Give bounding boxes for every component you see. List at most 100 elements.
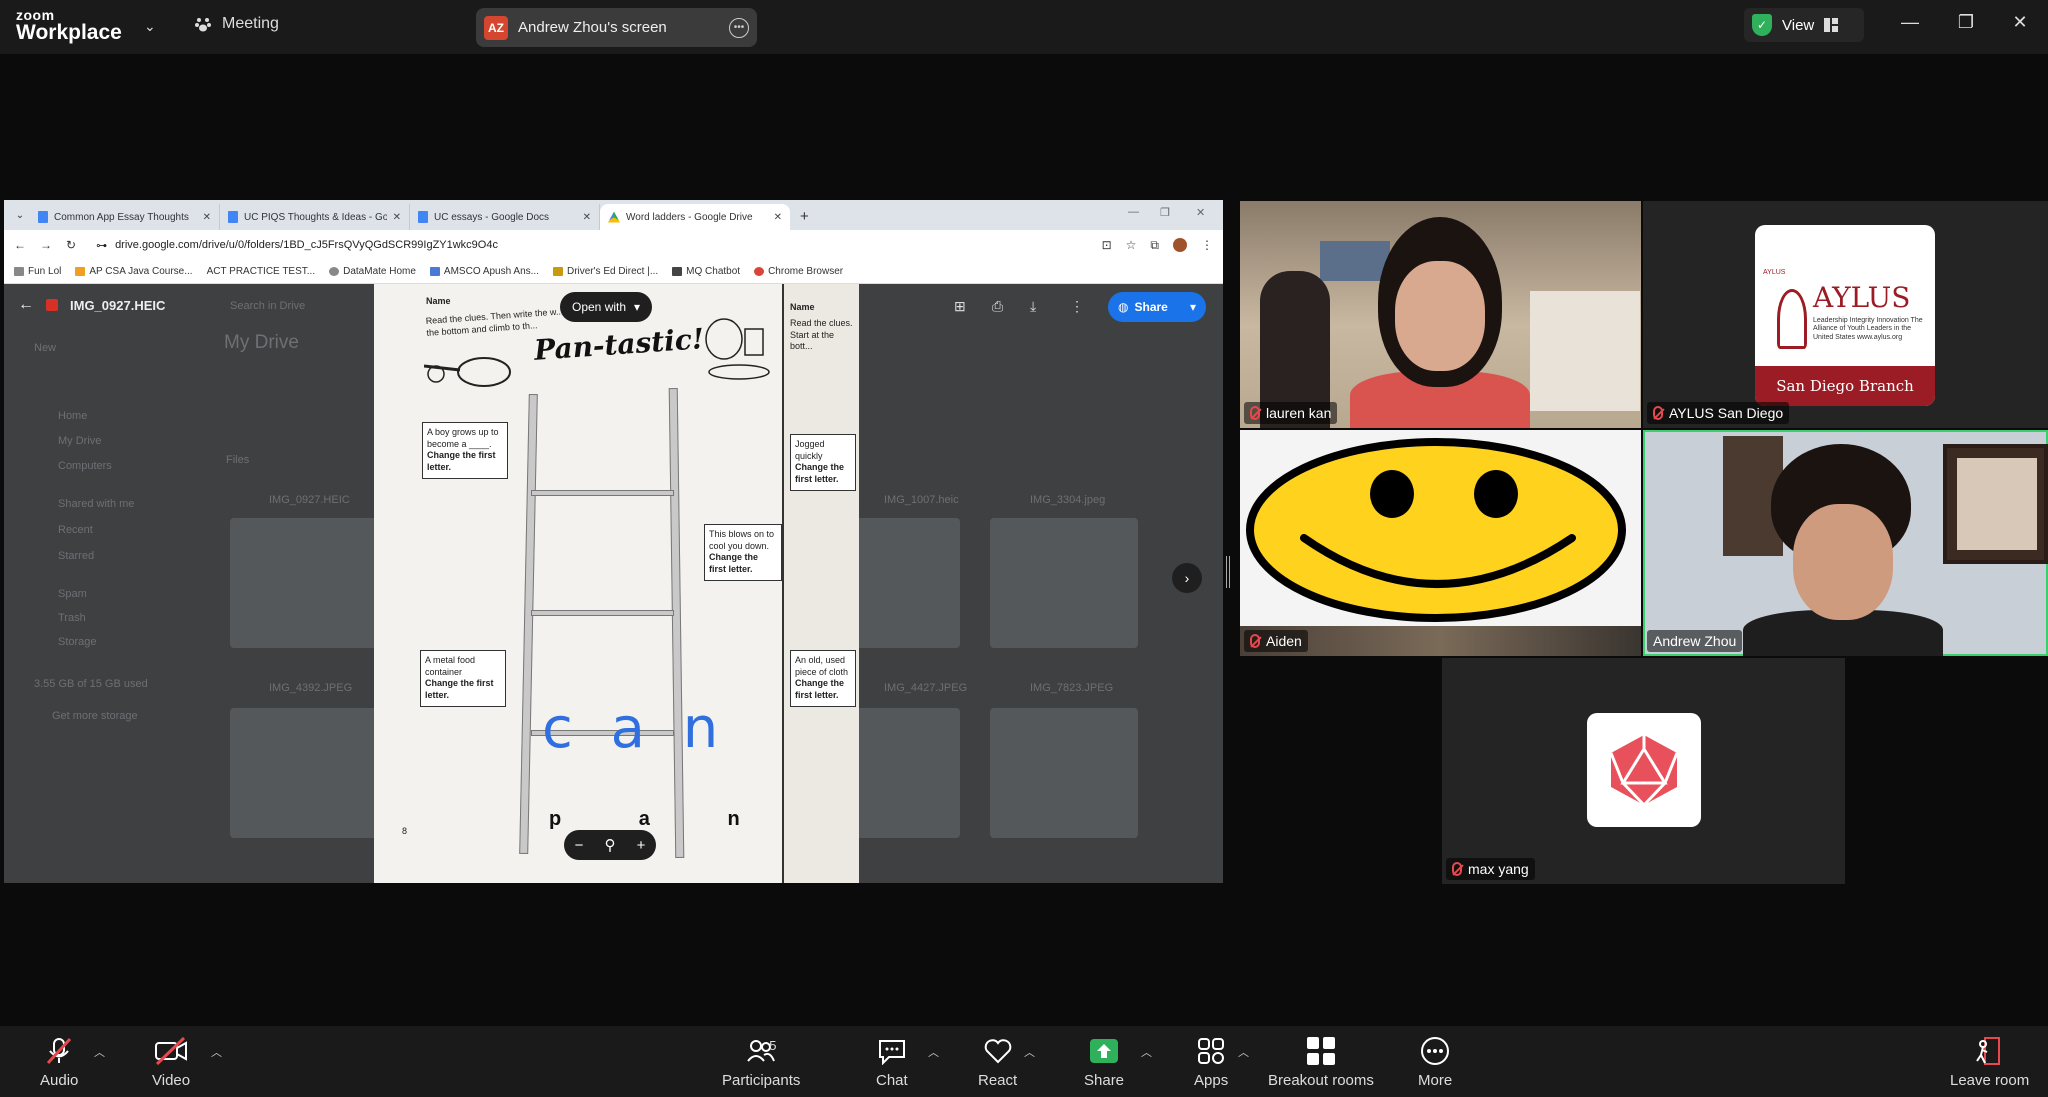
breakout-rooms-label: Breakout rooms	[1268, 1072, 1374, 1089]
zoom-search-icon[interactable]: ⚲	[605, 836, 616, 854]
split-view-handle[interactable]	[1226, 556, 1230, 588]
video-tile-andrew-zhou[interactable]: Andrew Zhou	[1643, 430, 2048, 656]
ws-clue-text: A boy grows up to become a ____.	[427, 427, 499, 449]
forward-icon[interactable]: →	[40, 238, 52, 252]
security-shield-icon[interactable]: ✓	[1752, 14, 1772, 36]
browser-menu-icon[interactable]: ⋮	[1201, 238, 1213, 252]
browser-tab[interactable]: Common App Essay Thoughts ✕	[30, 204, 220, 230]
bookmark-item[interactable]: MQ Chatbot	[672, 266, 740, 277]
share-options-caret-icon[interactable]: ︿	[1141, 1044, 1152, 1060]
bookmark-item[interactable]: Driver's Ed Direct |...	[552, 266, 658, 277]
close-tab-icon[interactable]: ✕	[393, 212, 401, 223]
meeting-label: Meeting	[222, 15, 279, 32]
url-text: drive.google.com/drive/u/0/folders/1BD_c…	[115, 239, 498, 251]
chat-label: Chat	[876, 1072, 908, 1089]
browser-tab-active[interactable]: Word ladders - Google Drive ✕	[600, 204, 790, 230]
video-tile-max-yang[interactable]: max yang	[1442, 658, 1845, 884]
close-tab-icon[interactable]: ✕	[774, 212, 782, 223]
screen-share-indicator[interactable]: AZ Andrew Zhou's screen •••	[476, 8, 757, 47]
back-icon[interactable]: ←	[14, 238, 26, 252]
handwritten-answer: c a n	[542, 696, 729, 761]
minimize-icon[interactable]: —	[1896, 12, 1924, 33]
video-tile-aiden[interactable]: Aiden	[1240, 430, 1641, 656]
participant-name-tag: Andrew Zhou	[1647, 630, 1743, 652]
bookmark-item[interactable]: AP CSA Java Course...	[75, 266, 193, 277]
browser-minimize-icon[interactable]: —	[1128, 206, 1139, 218]
share-screen-icon	[1089, 1036, 1119, 1066]
leave-room-label: Leave room	[1950, 1072, 2030, 1089]
bg-file-label: IMG_1007.heic	[884, 494, 959, 506]
participant-name-tag: lauren kan	[1244, 402, 1338, 424]
close-tab-icon[interactable]: ✕	[203, 212, 211, 223]
add-comment-icon[interactable]: ⊞	[954, 298, 966, 315]
close-tab-icon[interactable]: ✕	[583, 212, 591, 223]
breakout-rooms-button[interactable]: Breakout rooms	[1268, 1036, 1374, 1089]
participant-count-badge: 5	[769, 1038, 777, 1053]
browser-tab[interactable]: UC PIQS Thoughts & Ideas - Go ✕	[220, 204, 410, 230]
view-button[interactable]: ✓ View	[1744, 8, 1864, 42]
ws-clue-box: An old, used piece of cloth Change the f…	[790, 650, 856, 707]
bookmark-item[interactable]: Fun Lol	[14, 266, 61, 277]
tab-search-icon[interactable]: ⌄	[10, 205, 30, 225]
react-options-caret-icon[interactable]: ︿	[1024, 1044, 1035, 1060]
video-options-caret-icon[interactable]: ︿	[211, 1044, 222, 1060]
new-tab-icon[interactable]: +	[800, 208, 809, 225]
chat-button[interactable]: Chat	[876, 1036, 908, 1089]
audio-options-caret-icon[interactable]: ︿	[94, 1044, 105, 1060]
back-arrow-icon[interactable]: ←	[18, 296, 34, 314]
share-button[interactable]: ◍ Share ▾	[1108, 292, 1206, 322]
close-icon[interactable]: ✕	[2006, 12, 2034, 33]
share-dropdown-icon[interactable]: ▾	[1190, 300, 1196, 314]
share-screen-button[interactable]: Share	[1084, 1036, 1124, 1089]
profile-avatar[interactable]	[1173, 238, 1187, 252]
view-label: View	[1782, 16, 1815, 34]
browser-tab[interactable]: UC essays - Google Docs ✕	[410, 204, 600, 230]
bookmark-item[interactable]: AMSCO Apush Ans...	[429, 266, 539, 277]
participants-button[interactable]: 5 Participants	[722, 1036, 800, 1089]
address-bar[interactable]: ⊶ drive.google.com/drive/u/0/folders/1BD…	[90, 234, 1088, 256]
background-cabinet	[1530, 291, 1640, 411]
zoom-workplace-logo[interactable]: zoom Workplace	[16, 8, 122, 43]
chevron-down-icon[interactable]: ⌄	[144, 18, 156, 35]
bookmark-item[interactable]: Chrome Browser	[754, 266, 843, 277]
bookmark-item[interactable]: DataMate Home	[329, 266, 416, 277]
next-image-icon[interactable]: ›	[1172, 563, 1202, 593]
avatar: AZ	[484, 15, 508, 40]
ladder-rung	[531, 490, 674, 496]
site-info-icon[interactable]: ⊶	[96, 239, 107, 252]
audio-button[interactable]: Audio	[40, 1036, 78, 1089]
print-icon[interactable]: ⎙	[992, 298, 1003, 315]
browser-close-icon[interactable]: ✕	[1196, 206, 1205, 219]
bg-file-thumbnail	[230, 708, 378, 838]
bookmark-star-icon[interactable]: ☆	[1126, 238, 1137, 252]
chat-options-caret-icon[interactable]: ︿	[928, 1044, 939, 1060]
apps-button[interactable]: Apps	[1194, 1036, 1228, 1089]
drive-image-viewer: Search in Drive New My Drive Home My Dri…	[4, 284, 1223, 883]
extensions-icon[interactable]: ⧉	[1150, 238, 1159, 253]
aylus-branch-banner: San Diego Branch	[1755, 366, 1935, 406]
download-icon[interactable]: ⤓	[1030, 298, 1036, 315]
install-icon[interactable]: ⊡	[1102, 238, 1112, 252]
restore-icon[interactable]: ❐	[1952, 12, 1980, 33]
meeting-info-button[interactable]: Meeting	[194, 15, 279, 33]
zoom-in-icon[interactable]: +	[637, 837, 646, 854]
apps-options-caret-icon[interactable]: ︿	[1238, 1044, 1249, 1060]
browser-restore-icon[interactable]: ❐	[1160, 206, 1170, 219]
bookmark-item[interactable]: ACT PRACTICE TEST...	[207, 266, 316, 277]
docs-icon	[38, 211, 48, 223]
more-button[interactable]: More	[1418, 1036, 1452, 1089]
zoom-out-icon[interactable]: −	[575, 837, 584, 854]
video-tile-aylus-san-diego[interactable]: AYLUS AYLUS Leadership Integrity Innovat…	[1643, 201, 2048, 428]
reload-icon[interactable]: ↻	[66, 238, 76, 252]
react-button[interactable]: React	[978, 1036, 1017, 1089]
bg-sidebar-item: Recent	[58, 524, 93, 536]
more-actions-icon[interactable]: ⋮	[1070, 298, 1084, 315]
video-button[interactable]: Video	[152, 1036, 190, 1089]
ws-side-instructions: Read the clues. Start at the bott...	[790, 318, 853, 352]
leave-room-button[interactable]: Leave room	[1950, 1036, 2029, 1089]
open-with-button[interactable]: Open with ▾	[560, 292, 653, 322]
more-options-icon[interactable]: •••	[729, 17, 749, 38]
background-box	[1320, 241, 1390, 281]
bookmark-label: AMSCO Apush Ans...	[443, 266, 539, 277]
video-tile-lauren-kan[interactable]: lauren kan	[1240, 201, 1641, 428]
